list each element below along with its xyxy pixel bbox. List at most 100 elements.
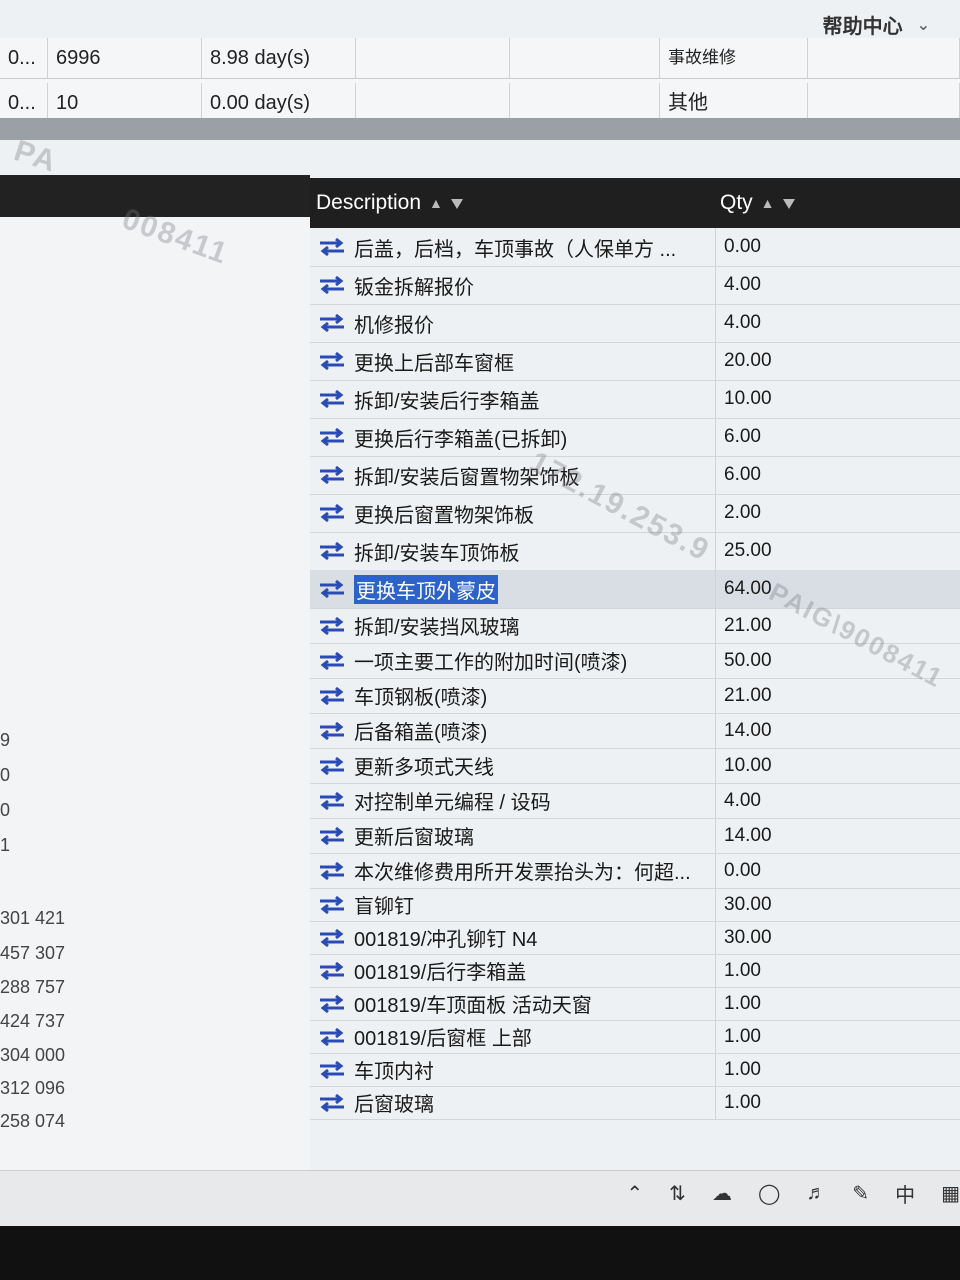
swap-arrows-icon[interactable] (318, 503, 346, 523)
qty-cell: 0.00 (715, 228, 960, 266)
description-text: 车顶内衬 (354, 1061, 434, 1083)
qty-cell: 30.00 (715, 888, 960, 921)
table-row[interactable]: 001819/车顶面板 活动天窗 1.00 (310, 987, 960, 1021)
cell (808, 83, 960, 123)
table-row[interactable]: 钣金拆解报价 4.00 (310, 266, 960, 305)
table-row[interactable]: 拆卸/安装后窗置物架饰板 6.00 (310, 456, 960, 495)
table-row[interactable]: 0... 6996 8.98 day(s) 事故维修 (0, 38, 960, 79)
table-row[interactable]: 拆卸/安装挡风玻璃 21.00 (310, 608, 960, 644)
table-row[interactable]: 拆卸/安装车顶饰板 25.00 (310, 532, 960, 571)
swap-arrows-icon[interactable] (318, 313, 346, 333)
ime-indicator[interactable]: 中 (895, 1179, 915, 1208)
description-cell: 更换后行李箱盖(已拆卸) (318, 418, 710, 456)
swap-arrows-icon[interactable] (318, 351, 346, 371)
swap-arrows-icon[interactable] (318, 275, 346, 295)
chevron-down-icon: ⌄ (916, 16, 930, 34)
swap-arrows-icon[interactable] (318, 861, 346, 881)
sort-icon[interactable]: ▲︎ (761, 179, 775, 227)
swap-arrows-icon[interactable] (318, 465, 346, 485)
filter-icon[interactable] (450, 199, 463, 209)
swap-arrows-icon[interactable] (318, 826, 346, 846)
table-row[interactable]: 后窗玻璃 1.00 (310, 1086, 960, 1120)
left-value: 312 096 (0, 1078, 66, 1098)
table-row[interactable]: 更换后窗置物架饰板 2.00 (310, 494, 960, 533)
table-row[interactable]: 更新后窗玻璃 14.00 (310, 818, 960, 854)
grid-header: Description ▲︎ Qty ▲︎ (310, 178, 960, 228)
cell: 0... (0, 83, 48, 123)
chevron-up-icon[interactable]: ⌃ (626, 1181, 643, 1206)
table-row[interactable]: 更新多项式天线 10.00 (310, 748, 960, 784)
volume-icon[interactable]: ♬ (806, 1182, 826, 1205)
column-header-description[interactable]: Description ▲︎ (316, 178, 463, 228)
swap-arrows-icon[interactable] (318, 1060, 346, 1080)
help-center-menu[interactable]: 帮助中心 ⌄ (823, 10, 930, 39)
swap-arrows-icon[interactable] (318, 616, 346, 636)
cell: 6996 (48, 38, 202, 78)
description-text: 拆卸/安装挡风玻璃 (354, 617, 520, 639)
table-row[interactable]: 001819/冲孔铆钉 N4 30.00 (310, 921, 960, 955)
globe-icon[interactable]: ◯ (758, 1181, 780, 1206)
table-row[interactable]: 001819/后行李箱盖 1.00 (310, 954, 960, 988)
description-cell: 盲铆钉 (318, 888, 710, 921)
description-text: 更新多项式天线 (354, 757, 494, 779)
left-value: 1 (0, 835, 11, 855)
description-cell: 拆卸/安装挡风玻璃 (318, 608, 710, 643)
table-row[interactable]: 更换后行李箱盖(已拆卸) 6.00 (310, 418, 960, 457)
description-text: 车顶钢板(喷漆) (354, 687, 488, 709)
pen-icon[interactable]: ✎ (852, 1181, 869, 1206)
swap-arrows-icon[interactable] (318, 961, 346, 981)
swap-arrows-icon[interactable] (318, 651, 346, 671)
table-row[interactable]: 更换上后部车窗框 20.00 (310, 342, 960, 381)
keyboard-icon[interactable]: ▦ (941, 1181, 960, 1206)
column-header-qty[interactable]: Qty ▲︎ (720, 178, 795, 228)
cell: 0.00 day(s) (202, 83, 356, 123)
table-row[interactable]: 拆卸/安装后行李箱盖 10.00 (310, 380, 960, 419)
filter-icon[interactable] (782, 199, 795, 209)
table-row[interactable]: 盲铆钉 30.00 (310, 888, 960, 922)
swap-arrows-icon[interactable] (318, 1093, 346, 1113)
swap-arrows-icon[interactable] (318, 928, 346, 948)
description-cell: 更换车顶外蒙皮 (318, 570, 710, 608)
qty-cell: 14.00 (715, 713, 960, 748)
swap-arrows-icon[interactable] (318, 756, 346, 776)
swap-arrows-icon[interactable] (318, 686, 346, 706)
swap-arrows-icon[interactable] (318, 579, 346, 599)
description-text: 后备箱盖(喷漆) (354, 722, 488, 744)
table-row[interactable]: 后备箱盖(喷漆) 14.00 (310, 713, 960, 749)
table-row[interactable]: 后盖，后档，车顶事故（人保单方 ... 0.00 (310, 228, 960, 267)
qty-cell: 1.00 (715, 1020, 960, 1053)
description-cell: 车顶钢板(喷漆) (318, 678, 710, 713)
table-row[interactable]: 001819/后窗框 上部 1.00 (310, 1020, 960, 1054)
table-row[interactable]: 对控制单元编程 / 设码 4.00 (310, 783, 960, 819)
swap-arrows-icon[interactable] (318, 237, 346, 257)
description-cell: 拆卸/安装车顶饰板 (318, 532, 710, 570)
table-row[interactable]: 机修报价 4.00 (310, 304, 960, 343)
description-cell: 001819/后窗框 上部 (318, 1020, 710, 1053)
table-row[interactable]: 车顶钢板(喷漆) 21.00 (310, 678, 960, 714)
table-row[interactable]: 一项主要工作的附加时间(喷漆) 50.00 (310, 643, 960, 679)
description-text: 拆卸/安装车顶饰板 (354, 542, 520, 565)
left-value: 304 000 (0, 1045, 66, 1065)
column-label: Description (316, 191, 422, 214)
swap-arrows-icon[interactable] (318, 895, 346, 915)
description-text: 更换上后部车窗框 (354, 352, 514, 375)
table-row[interactable]: 更换车顶外蒙皮 64.00 (310, 570, 960, 609)
swap-arrows-icon[interactable] (318, 427, 346, 447)
swap-arrows-icon[interactable] (318, 1027, 346, 1047)
swap-arrows-icon[interactable] (318, 541, 346, 561)
qty-cell: 14.00 (715, 818, 960, 853)
swap-arrows-icon[interactable] (318, 994, 346, 1014)
network-icon[interactable]: ⇅ (669, 1181, 686, 1206)
table-row[interactable]: 本次维修费用所开发票抬头为：何超... 0.00 (310, 853, 960, 889)
qty-cell: 21.00 (715, 608, 960, 643)
cloud-icon[interactable]: ☁ (712, 1181, 732, 1206)
table-row[interactable]: 车顶内衬 1.00 (310, 1053, 960, 1087)
sort-icon[interactable]: ▲︎ (429, 179, 443, 227)
swap-arrows-icon[interactable] (318, 791, 346, 811)
qty-cell: 10.00 (715, 748, 960, 783)
swap-arrows-icon[interactable] (318, 721, 346, 741)
swap-arrows-icon[interactable] (318, 389, 346, 409)
cell (808, 38, 960, 78)
left-value: 288 757 (0, 977, 66, 997)
description-cell: 一项主要工作的附加时间(喷漆) (318, 643, 710, 678)
